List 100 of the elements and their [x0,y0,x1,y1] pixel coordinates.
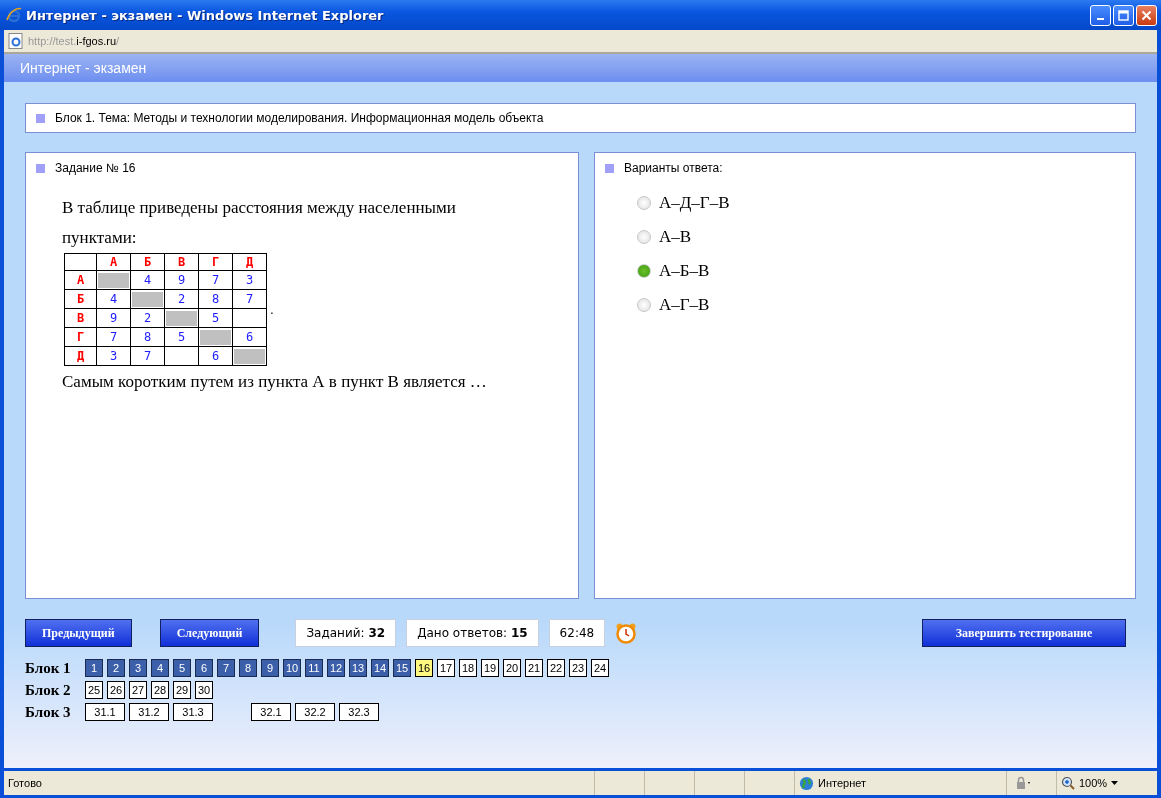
timer: 62:48 [548,619,606,647]
shaded-cell [98,272,129,288]
question-number-button[interactable]: 19 [481,659,499,677]
question-number-button[interactable]: 25 [85,681,103,699]
question-number-button[interactable]: 30 [195,681,213,699]
bullet-icon [36,113,45,123]
table-cell: 4 [96,289,131,309]
row-header: Д [64,346,97,366]
previous-button[interactable]: Предыдущий [25,619,132,647]
answer-option[interactable]: А–Д–Г–В [659,193,730,213]
next-button[interactable]: Следующий [159,619,260,647]
question-number-button[interactable]: 10 [283,659,301,677]
question-number-button[interactable]: 31.2 [129,703,169,721]
table-cell: 7 [130,346,165,366]
question-number-button[interactable]: 26 [107,681,125,699]
globe-icon [799,775,814,791]
maximize-icon [1118,9,1129,21]
question-number-button[interactable]: 6 [195,659,213,677]
question-number-button[interactable]: 21 [525,659,543,677]
close-button[interactable] [1136,4,1157,26]
question-number-button[interactable]: 11 [305,659,323,677]
topic-text: Блок 1. Тема: Методы и технологии моделирования. Информационная модель объекта [55,111,544,125]
table-cell: 6 [232,327,267,347]
shaded-cell [166,310,197,326]
security-zone: Интернет [818,777,866,789]
task-heading: Задание № 16 [55,161,136,175]
zoom-icon[interactable] [1061,776,1075,790]
period-mark: . [270,302,274,317]
column-header: А [96,253,131,271]
question-number-button[interactable]: 4 [151,659,169,677]
question-number-button[interactable]: 3 [129,659,147,677]
shaded-cell [234,348,265,364]
question-number-button[interactable]: 23 [569,659,587,677]
table-cell: 3 [96,346,131,366]
question-number-button[interactable]: 5 [173,659,191,677]
question-number-button[interactable]: 16 [415,659,433,677]
table-cell: 6 [198,346,233,366]
question-number-button[interactable]: 18 [459,659,477,677]
close-icon [1141,9,1152,21]
table-cell: 7 [198,270,233,290]
table-cell: 2 [164,289,199,309]
answer-option[interactable]: А–Б–В [659,261,710,281]
question-number-button[interactable]: 13 [349,659,367,677]
question-number-button[interactable]: 32.2 [295,703,335,721]
column-header: Д [232,253,267,271]
radio-button[interactable] [637,196,651,210]
table-cell: 9 [164,270,199,290]
question-number-button[interactable]: 27 [129,681,147,699]
table-cell: 8 [198,289,233,309]
question-number-button[interactable]: 24 [591,659,609,677]
question-text: Самым коротким путем из пункта А в пункт В является … [62,372,488,392]
question-number-button[interactable]: 31.3 [173,703,213,721]
alarm-clock-icon [615,622,638,644]
question-number-button[interactable]: 31.1 [85,703,125,721]
question-number-button[interactable]: 20 [503,659,521,677]
status-text: Готово [7,776,43,791]
row-header: Г [64,327,97,347]
table-cell: 7 [96,327,131,347]
question-number-button[interactable]: 15 [393,659,411,677]
question-number-button[interactable]: 28 [151,681,169,699]
table-cell: 7 [232,289,267,309]
column-header: Б [130,253,165,271]
zoom-level[interactable]: 100% [1079,777,1108,789]
table-cell: 9 [96,308,131,328]
question-number-button[interactable]: 1 [85,659,103,677]
finish-test-button[interactable]: Завершить тестирование [922,619,1126,647]
window-title: Интернет - экзамен - Windows Internet Explorer [26,7,384,23]
bullet-icon [36,163,45,173]
question-number-button[interactable]: 17 [437,659,455,677]
shaded-cell [132,291,163,307]
question-number-button[interactable]: 29 [173,681,191,699]
task-text: В таблице приведены расстояния между населенными пунктами: [62,197,457,249]
block-label: Блок 3 [25,703,72,721]
address-url: http://test.i-fgos.ru/ [28,35,120,47]
question-number-button[interactable]: 8 [239,659,257,677]
question-number-button[interactable]: 7 [217,659,235,677]
row-header: В [64,308,97,328]
answers-heading: Варианты ответа: [624,161,723,175]
row-header: Б [64,289,97,309]
question-number-button[interactable]: 32.3 [339,703,379,721]
question-number-button[interactable]: 2 [107,659,125,677]
dropdown-arrow-icon[interactable] [1111,781,1120,785]
maximize-button[interactable] [1113,4,1134,26]
minimize-icon [1097,17,1104,20]
radio-button[interactable] [637,298,651,312]
page-icon [8,33,24,49]
question-number-button[interactable]: 12 [327,659,345,677]
question-number-button[interactable]: 32.1 [251,703,291,721]
row-header: А [64,270,97,290]
question-number-button[interactable]: 9 [261,659,279,677]
minimize-button[interactable] [1090,4,1111,26]
ie-logo-icon [6,7,22,23]
question-number-button[interactable]: 14 [371,659,389,677]
column-header: В [164,253,199,271]
answer-option[interactable]: А–В [659,227,692,247]
answer-option[interactable]: А–Г–В [659,295,710,315]
radio-button[interactable] [637,230,651,244]
radio-button[interactable] [637,264,651,278]
total-tasks-counter: Заданий: 32 [295,619,397,647]
question-number-button[interactable]: 22 [547,659,565,677]
